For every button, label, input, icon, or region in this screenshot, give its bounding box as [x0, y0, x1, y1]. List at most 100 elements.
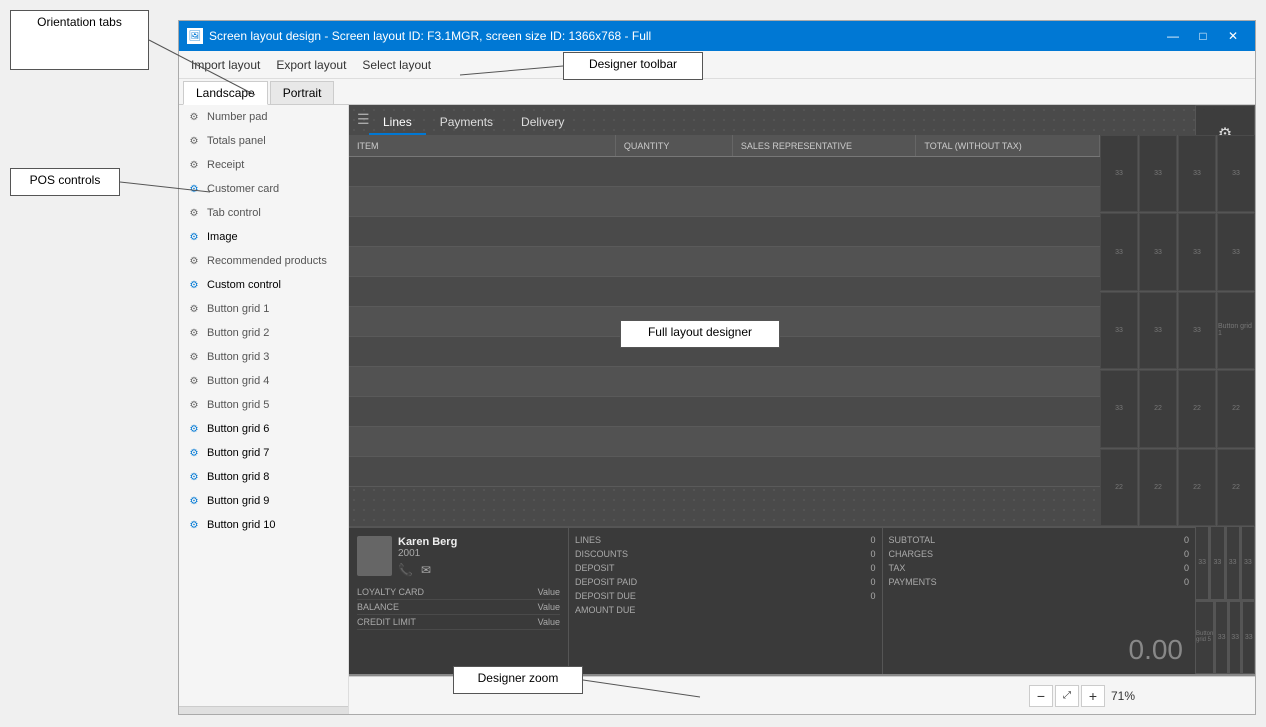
col-total-header: TOTAL (WITHOUT TAX) [916, 135, 1100, 156]
table-row [349, 397, 1100, 427]
panel-item-customer-card[interactable]: ⚙Customer card [179, 177, 348, 201]
num-cell: 22 [1100, 449, 1138, 526]
gear-icon: ⚙ [187, 110, 201, 124]
close-button[interactable]: ✕ [1219, 26, 1247, 46]
landscape-tab[interactable]: Landscape [183, 81, 268, 105]
brg-cell: 33 [1226, 526, 1240, 600]
delivery-tab[interactable]: Delivery [507, 111, 578, 135]
phone-icon[interactable]: 📞 [398, 563, 413, 577]
panel-item-button-grid-9[interactable]: ⚙Button grid 9 [179, 489, 348, 513]
customer-row-top: Karen Berg 2001 📞 ✉ [357, 536, 560, 577]
zoom-level-display: 71% [1111, 689, 1135, 703]
charges-row: CHARGES0 [889, 548, 1190, 560]
zoom-in-button[interactable]: + [1081, 685, 1105, 707]
num-cell: 33 [1100, 370, 1138, 447]
panel-item-label: Button grid 6 [207, 423, 269, 435]
left-panel: ⚙Number pad⚙Totals panel⚙Receipt⚙Custome… [179, 105, 349, 714]
hamburger-icon[interactable]: ☰ [357, 111, 370, 128]
payments-tab[interactable]: Payments [426, 111, 507, 135]
col-item-header: ITEM [349, 135, 616, 156]
select-layout-menu[interactable]: Select layout [354, 54, 439, 76]
maximize-button[interactable]: □ [1189, 26, 1217, 46]
zoom-out-button[interactable]: − [1029, 685, 1053, 707]
table-header: ITEM QUANTITY SALES REPRESENTATIVE TOTAL… [349, 135, 1100, 157]
lines-section: LINES0 DISCOUNTS0 DEPOSIT0 DEPOSIT PAID0 [569, 528, 883, 674]
deposit-due-row: DEPOSIT DUE0 [575, 590, 876, 602]
export-layout-menu[interactable]: Export layout [268, 54, 354, 76]
numpad-area: 33 33 33 33 33 33 33 33 33 33 33 Button … [1100, 135, 1255, 526]
panel-item-tab-control[interactable]: ⚙Tab control [179, 201, 348, 225]
num-cell: 22 [1139, 449, 1177, 526]
panel-item-button-grid-3[interactable]: ⚙ Button grid 3 [179, 345, 348, 369]
content-area: ⚙Number pad⚙Totals panel⚙Receipt⚙Custome… [179, 105, 1255, 714]
brg-cell: 33 [1242, 601, 1255, 675]
totals-section: SUBTOTAL0 CHARGES0 TAX0 PAYMENTS0 0.00 [883, 528, 1196, 674]
num-cell: 33 [1217, 213, 1255, 290]
zoom-fit-button[interactable]: ⤢ [1055, 685, 1079, 707]
num-cell: 33 [1100, 292, 1138, 369]
gear-icon: ⚙ [187, 134, 201, 148]
panel-item-number-pad[interactable]: ⚙ Number pad [179, 105, 348, 129]
table-row [349, 277, 1100, 307]
panel-item-label: Custom control [207, 279, 281, 291]
pos-controls-annotation: POS controls [10, 168, 120, 196]
brg-cell: 33 [1229, 601, 1242, 675]
panel-item-custom-control[interactable]: ⚙Custom control [179, 273, 348, 297]
num-cell: 33 [1217, 135, 1255, 212]
panel-item-button-grid-8[interactable]: ⚙Button grid 8 [179, 465, 348, 489]
customer-id: 2001 [398, 548, 560, 559]
deposit-row: DEPOSIT0 [575, 562, 876, 574]
num-cell: 33 [1139, 292, 1177, 369]
table-row [349, 427, 1100, 457]
orientation-tabs-annotation: Orientation tabs [10, 10, 149, 70]
panel-item-receipt[interactable]: ⚙ Receipt [179, 153, 348, 177]
panel-item-label: Button grid 7 [207, 447, 269, 459]
panel-item-label: Receipt [207, 159, 244, 171]
panel-item-button-grid-10[interactable]: ⚙Button grid 10 [179, 513, 348, 537]
panel-item-label: Number pad [207, 111, 268, 123]
gear-icon: ⚙ [187, 206, 201, 220]
panel-resize-handle[interactable] [179, 706, 348, 714]
designer-area: ☰ Lines Payments Delivery ITEM QUANTITY … [349, 105, 1255, 714]
designer-zoom-annotation: Designer zoom [453, 666, 583, 694]
gear-icon: ⚙ [187, 350, 201, 364]
lines-tab[interactable]: Lines [369, 111, 426, 135]
gear-icon: ⚙ [187, 422, 201, 436]
num-cell: 33 [1178, 213, 1216, 290]
panel-item-button-grid-4[interactable]: ⚙Button grid 4 [179, 369, 348, 393]
minimize-button[interactable]: — [1159, 26, 1187, 46]
table-row [349, 157, 1100, 187]
gear-icon: ⚙ [187, 374, 201, 388]
bottom-right-grid: 33 33 33 33 Button grid 5 33 33 33 [1195, 526, 1255, 674]
gear-icon: ⚙ [187, 254, 201, 268]
panel-item-recommended-products[interactable]: ⚙ Recommended products [179, 249, 348, 273]
panel-item-button-grid-7[interactable]: ⚙Button grid 7 [179, 441, 348, 465]
gear-icon: ⚙ [187, 398, 201, 412]
panel-item-button-grid-2[interactable]: ⚙Button grid 2 [179, 321, 348, 345]
num-cell: Button grid 1 [1217, 292, 1255, 369]
panel-item-button-grid-1[interactable]: ⚙Button grid 1 [179, 297, 348, 321]
panel-item-totals-panel[interactable]: ⚙Totals panel [179, 129, 348, 153]
num-cell: 22 [1217, 449, 1255, 526]
amount-due-row: AMOUNT DUE [575, 604, 876, 616]
import-layout-menu[interactable]: Import layout [183, 54, 268, 76]
panel-item-label: Recommended products [207, 255, 327, 267]
designer-nav-tabs: Lines Payments Delivery [369, 105, 578, 135]
deposit-paid-row: DEPOSIT PAID0 [575, 576, 876, 588]
customer-action-icons: 📞 ✉ [398, 563, 560, 577]
gear-icon: ⚙ [187, 158, 201, 172]
balance-field: BALANCE Value [357, 600, 560, 615]
panel-item-button-grid-6[interactable]: ⚙ Button grid 6 [179, 417, 348, 441]
customer-avatar [357, 536, 392, 576]
gear-icon: ⚙ [187, 182, 201, 196]
panel-item-image[interactable]: ⚙Image [179, 225, 348, 249]
num-cell: 33 [1100, 213, 1138, 290]
title-icon: 🖼 [187, 28, 203, 44]
panel-item-label: Button grid 9 [207, 495, 269, 507]
customer-info: Karen Berg 2001 📞 ✉ [398, 536, 560, 577]
panel-item-button-grid-5[interactable]: ⚙Button grid 5 [179, 393, 348, 417]
panel-item-label: Button grid 3 [207, 351, 269, 363]
email-icon[interactable]: ✉ [421, 563, 431, 577]
portrait-tab[interactable]: Portrait [270, 81, 335, 104]
brg-row: 33 33 33 33 [1195, 526, 1255, 600]
